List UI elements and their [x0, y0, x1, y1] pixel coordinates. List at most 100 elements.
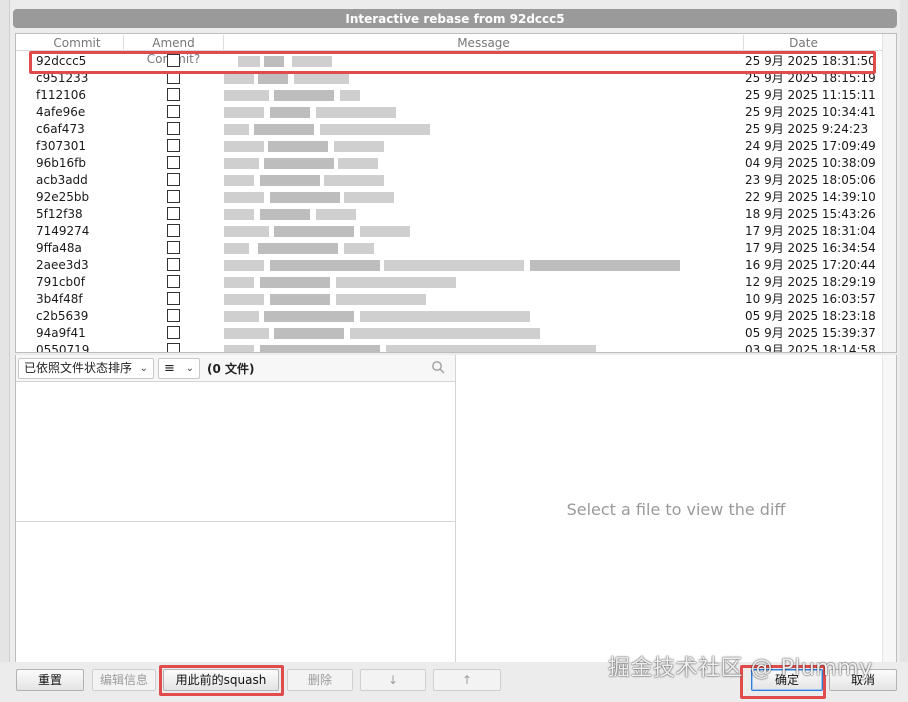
commit-table[interactable]: Commit Amend Commit? Message Date 92dccc…: [15, 33, 897, 353]
diff-scrollbar[interactable]: [882, 355, 896, 662]
list-icon: ≡: [164, 361, 175, 376]
table-row[interactable]: 3b4f48f 10 9月 2025 16:03:57: [16, 291, 896, 308]
column-header-commit[interactable]: Commit: [31, 35, 123, 51]
amend-checkbox[interactable]: [167, 105, 180, 118]
commit-date: 25 9月 2025 9:24:23: [745, 122, 869, 136]
commit-date: 25 9月 2025 18:31:50: [745, 54, 876, 68]
amend-checkbox[interactable]: [167, 326, 180, 339]
commit-date: 16 9月 2025 17:20:44: [745, 258, 876, 272]
view-mode-dropdown[interactable]: ≡ ⌄: [158, 358, 200, 379]
dialog-title: Interactive rebase from 92dccc5: [13, 9, 897, 28]
commit-date: 25 9月 2025 11:15:11: [745, 88, 876, 102]
chevron-down-icon: ⌄: [139, 363, 148, 374]
amend-checkbox[interactable]: [167, 122, 180, 135]
diff-placeholder: Select a file to view the diff: [566, 500, 786, 519]
commit-date: 10 9月 2025 16:03:57: [745, 292, 876, 306]
commit-hash: 92e25bb: [36, 190, 90, 204]
amend-checkbox[interactable]: [167, 207, 180, 220]
commit-hash: 4afe96e: [36, 105, 86, 119]
diff-pane[interactable]: Select a file to view the diff: [455, 355, 897, 662]
commit-hash: 9ffa48a: [36, 241, 82, 255]
background-window-edge: [0, 0, 10, 702]
amend-checkbox[interactable]: [167, 309, 180, 322]
commit-date: 12 9月 2025 18:29:19: [745, 275, 876, 289]
squash-button[interactable]: 用此前的squash: [163, 669, 279, 691]
commit-hash: 791cb0f: [36, 275, 85, 289]
table-row[interactable]: c6af473 25 9月 2025 9:24:23: [16, 121, 896, 138]
table-row[interactable]: f307301 24 9月 2025 17:09:49: [16, 138, 896, 155]
amend-checkbox[interactable]: [167, 258, 180, 271]
table-row[interactable]: acb3add 23 9月 2025 18:05:06: [16, 172, 896, 189]
sort-dropdown[interactable]: 已依照文件状态排序 ⌄: [18, 358, 154, 379]
amend-checkbox[interactable]: [167, 54, 180, 67]
table-row[interactable]: 9ffa48a 17 9月 2025 16:34:54: [16, 240, 896, 257]
commit-hash: 3b4f48f: [36, 292, 83, 306]
commit-date: 05 9月 2025 18:23:18: [745, 309, 876, 323]
amend-checkbox[interactable]: [167, 241, 180, 254]
unstaged-files-pane[interactable]: [15, 522, 455, 662]
commit-hash: c2b5639: [36, 309, 89, 323]
files-toolbar: 已依照文件状态排序 ⌄ ≡ ⌄ (0 文件): [15, 355, 455, 382]
amend-checkbox[interactable]: [167, 292, 180, 305]
commit-hash: acb3add: [36, 173, 88, 187]
commit-date: 17 9月 2025 16:34:54: [745, 241, 876, 255]
commit-date: 18 9月 2025 15:43:26: [745, 207, 876, 221]
commit-date: 24 9月 2025 17:09:49: [745, 139, 876, 153]
move-up-button[interactable]: ↑: [433, 669, 501, 691]
table-row[interactable]: 92e25bb 22 9月 2025 14:39:10: [16, 189, 896, 206]
table-row[interactable]: 92dccc5 25 9月 2025 18:31:50: [16, 53, 896, 70]
commit-date: 25 9月 2025 18:15:19: [745, 71, 876, 85]
table-row[interactable]: 94a9f41 05 9月 2025 15:39:37: [16, 325, 896, 342]
search-icon[interactable]: [431, 360, 445, 374]
commit-date: 03 9月 2025 18:14:58: [745, 343, 876, 353]
commit-hash: 0550719: [36, 343, 90, 353]
table-row[interactable]: f112106 25 9月 2025 11:15:11: [16, 87, 896, 104]
background-window-edge-right: [900, 0, 908, 702]
table-header: Commit Amend Commit? Message Date: [16, 34, 896, 66]
commit-hash: f307301: [36, 139, 87, 153]
commit-hash: f112106: [36, 88, 87, 102]
amend-checkbox[interactable]: [167, 156, 180, 169]
commit-date: 05 9月 2025 15:39:37: [745, 326, 876, 340]
amend-checkbox[interactable]: [167, 88, 180, 101]
table-row[interactable]: 0550719 03 9月 2025 18:14:58: [16, 342, 896, 353]
amend-checkbox[interactable]: [167, 343, 180, 352]
reset-button[interactable]: 重置: [16, 669, 84, 691]
commit-date: 04 9月 2025 10:38:09: [745, 156, 876, 170]
sort-dropdown-label: 已依照文件状态排序: [24, 361, 133, 375]
commit-hash: c951233: [36, 71, 89, 85]
chevron-down-icon: ⌄: [185, 363, 194, 374]
table-row[interactable]: 5f12f38 18 9月 2025 15:43:26: [16, 206, 896, 223]
table-row[interactable]: 4afe96e 25 9月 2025 10:34:41: [16, 104, 896, 121]
table-row[interactable]: 791cb0f 12 9月 2025 18:29:19: [16, 274, 896, 291]
file-count: (0 文件): [207, 362, 255, 376]
commit-date: 22 9月 2025 14:39:10: [745, 190, 876, 204]
column-header-message[interactable]: Message: [223, 35, 743, 51]
amend-checkbox[interactable]: [167, 173, 180, 186]
table-row[interactable]: 2aee3d3 16 9月 2025 17:20:44: [16, 257, 896, 274]
commit-hash: 96b16fb: [36, 156, 86, 170]
commit-hash: 5f12f38: [36, 207, 83, 221]
table-row[interactable]: 96b16fb 04 9月 2025 10:38:09: [16, 155, 896, 172]
table-scrollbar[interactable]: [882, 34, 896, 352]
commit-hash: c6af473: [36, 122, 85, 136]
amend-checkbox[interactable]: [167, 224, 180, 237]
amend-checkbox[interactable]: [167, 139, 180, 152]
table-row[interactable]: c2b5639 05 9月 2025 18:23:18: [16, 308, 896, 325]
delete-button[interactable]: 删除: [287, 669, 353, 691]
amend-checkbox[interactable]: [167, 190, 180, 203]
move-down-button[interactable]: ↓: [360, 669, 426, 691]
table-row[interactable]: 7149274 17 9月 2025 18:31:04: [16, 223, 896, 240]
amend-checkbox[interactable]: [167, 71, 180, 84]
staged-files-pane[interactable]: [15, 382, 455, 522]
table-row[interactable]: c951233 25 9月 2025 18:15:19: [16, 70, 896, 87]
commit-date: 23 9月 2025 18:05:06: [745, 173, 876, 187]
commit-hash: 94a9f41: [36, 326, 86, 340]
commit-hash: 92dccc5: [36, 54, 87, 68]
column-header-amend[interactable]: Amend Commit?: [123, 35, 223, 66]
watermark: 掘金技术社区 @ Plummy: [608, 656, 873, 681]
commit-date: 25 9月 2025 10:34:41: [745, 105, 876, 119]
edit-message-button[interactable]: 编辑信息: [92, 669, 156, 691]
column-header-date[interactable]: Date: [743, 35, 863, 51]
amend-checkbox[interactable]: [167, 275, 180, 288]
